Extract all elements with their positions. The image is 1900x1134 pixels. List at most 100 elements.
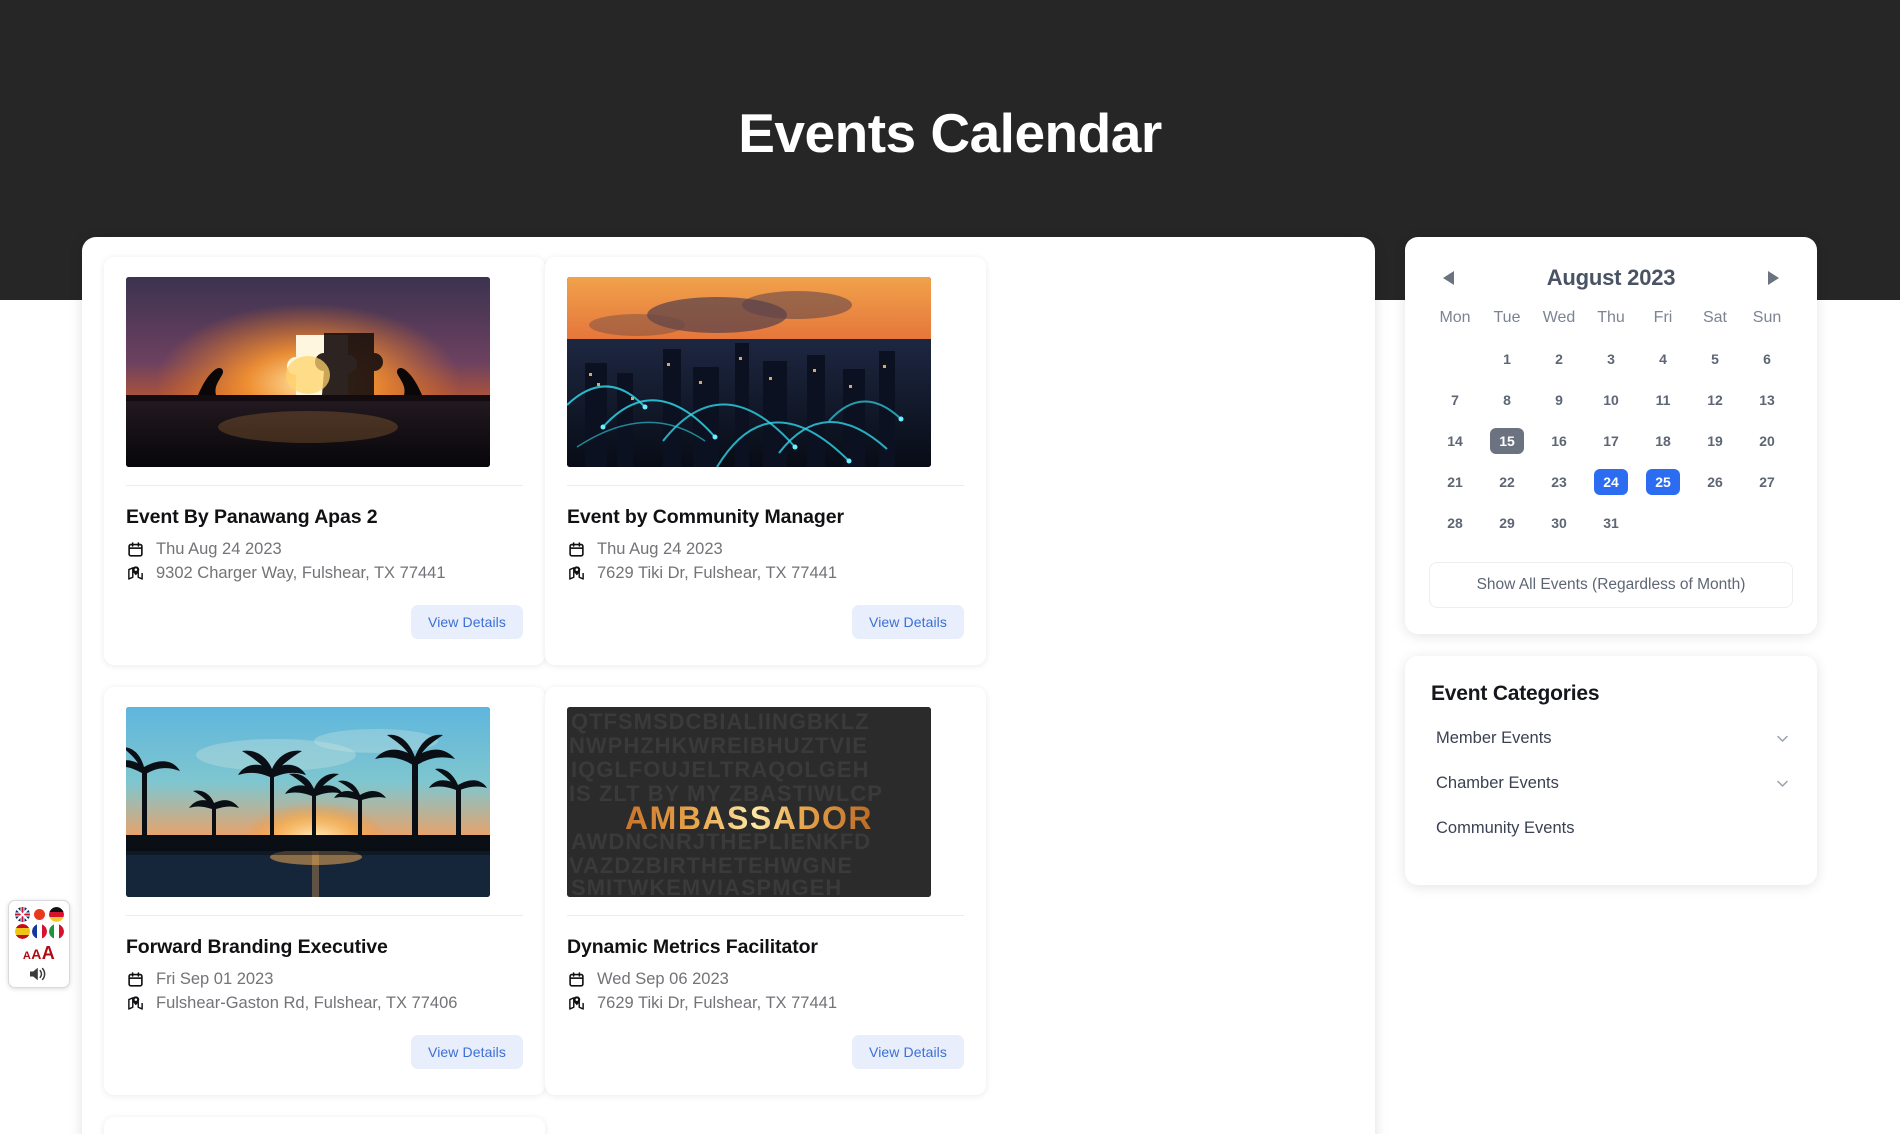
calendar-day-name: Tue: [1493, 309, 1521, 326]
calendar-day-cell[interactable]: 7: [1429, 383, 1481, 417]
calendar-day-cell[interactable]: 13: [1741, 383, 1793, 417]
event-date: Thu Aug 24 2023: [156, 540, 282, 558]
category-item[interactable]: Member Events: [1431, 716, 1791, 761]
next-month-button[interactable]: [1757, 265, 1787, 291]
calendar-day-cell[interactable]: 20: [1741, 424, 1793, 458]
flag-japan-icon[interactable]: [31, 907, 47, 922]
calendar-day-cell[interactable]: 18: [1637, 424, 1689, 458]
calendar-day-cell[interactable]: 31: [1585, 506, 1637, 540]
ambassador-text-photo: QTFSMSDCBIALIINGBKLZ NWPHZHKWREIBHUZTVIE…: [567, 707, 931, 897]
calendar-day-cell[interactable]: 11: [1637, 383, 1689, 417]
card-actions: View Details: [567, 1035, 964, 1069]
category-label: Chamber Events: [1436, 774, 1559, 792]
event-address: 7629 Tiki Dr, Fulshear, TX 77441: [597, 994, 837, 1012]
event-title: Event By Panawang Apas 2: [126, 506, 378, 528]
calendar-header: August 2023: [1429, 261, 1793, 291]
map-pin-icon-svg: [128, 566, 143, 580]
page-root: Event By Panawang Apas 2 Thu Aug 24 2023…: [0, 0, 1900, 1134]
event-card[interactable]: Forward Branding Executive Fri Sep 01 20…: [104, 687, 545, 1095]
event-categories-title: Event Categories: [1431, 682, 1600, 705]
chevron-down-icon[interactable]: [1774, 775, 1791, 792]
calendar-day-number: 11: [1655, 392, 1671, 408]
calendar-day-name: Sat: [1702, 309, 1727, 326]
calendar-day-number: 19: [1707, 433, 1723, 449]
flag-germany-icon[interactable]: [48, 907, 64, 922]
accessibility-widget[interactable]: AAA: [8, 900, 70, 988]
event-location-row: 9302 Charger Way, Fulshear, TX 77441: [126, 564, 523, 583]
svg-text:AMBASSADOR: AMBASSADOR: [625, 800, 873, 836]
calendar-day-cell[interactable]: 2: [1533, 342, 1585, 376]
event-categories-panel: Event Categories Member Events Chamber E…: [1405, 656, 1817, 885]
calendar-day-cell[interactable]: 4: [1637, 342, 1689, 376]
calendar-day-cell[interactable]: 1: [1481, 342, 1533, 376]
chevron-down-icon-svg: [1777, 780, 1788, 787]
calendar-day-number: 28: [1447, 515, 1463, 531]
flag-italy-icon[interactable]: [48, 924, 64, 939]
category-item[interactable]: Chamber Events: [1431, 761, 1791, 806]
svg-text:NWPHZHKWREIBHUZTVIE: NWPHZHKWREIBHUZTVIE: [569, 733, 868, 758]
calendar-day-number: 6: [1763, 351, 1771, 367]
chevron-down-icon-svg: [1777, 735, 1788, 742]
svg-text:SMITWKEMVIASPMGEH: SMITWKEMVIASPMGEH: [571, 875, 842, 897]
chevron-down-icon[interactable]: [1774, 730, 1791, 747]
calendar-day-cell[interactable]: 10: [1585, 383, 1637, 417]
speaker-icon[interactable]: [28, 966, 50, 982]
text-size-large-icon[interactable]: A: [42, 943, 55, 964]
category-item[interactable]: Community Events: [1431, 806, 1791, 851]
flag-united-kingdom-icon[interactable]: [14, 907, 30, 922]
calendar-day-cell[interactable]: 9: [1533, 383, 1585, 417]
calendar-day-cell[interactable]: 14: [1429, 424, 1481, 458]
calendar-day-cell[interactable]: 17: [1585, 424, 1637, 458]
flag-france-icon[interactable]: [31, 924, 47, 939]
view-details-button[interactable]: View Details: [411, 605, 523, 639]
prev-month-button[interactable]: [1435, 265, 1465, 291]
calendar-day-cell[interactable]: 30: [1533, 506, 1585, 540]
calendar-day-cell[interactable]: 29: [1481, 506, 1533, 540]
calendar-day-cell[interactable]: 5: [1689, 342, 1741, 376]
calendar-day-cell[interactable]: 28: [1429, 506, 1481, 540]
calendar-day-cell[interactable]: 16: [1533, 424, 1585, 458]
event-categories-list: Member Events Chamber Events Community E…: [1431, 716, 1791, 851]
calendar-day-cell[interactable]: 27: [1741, 465, 1793, 499]
calendar-day-number: 21: [1447, 474, 1463, 490]
calendar-day-cell[interactable]: 19: [1689, 424, 1741, 458]
calendar-icon-svg: [128, 972, 143, 987]
flag-spain-icon[interactable]: [14, 924, 30, 939]
view-details-button[interactable]: View Details: [852, 1035, 964, 1069]
calendar-day-number: 10: [1603, 392, 1619, 408]
calendar-day-cell[interactable]: 24: [1585, 465, 1637, 499]
event-date-row: Thu Aug 24 2023: [126, 540, 523, 559]
calendar-day-cell[interactable]: 22: [1481, 465, 1533, 499]
text-size-small-icon[interactable]: A: [23, 950, 31, 962]
calendar-day-number: 22: [1499, 474, 1515, 490]
text-size-medium-icon[interactable]: A: [31, 946, 42, 962]
event-meta: Fri Sep 01 2023 Fulshear-Gaston Rd, Fuls…: [126, 970, 523, 1013]
map-pin-icon: [126, 564, 145, 583]
calendar-day-cell[interactable]: 23: [1533, 465, 1585, 499]
calendar-day-cell[interactable]: 25: [1637, 465, 1689, 499]
calendar-day-cell[interactable]: 26: [1689, 465, 1741, 499]
text-size-control[interactable]: AAA: [23, 943, 55, 964]
calendar-day-cell[interactable]: 8: [1481, 383, 1533, 417]
calendar-day-cell[interactable]: 21: [1429, 465, 1481, 499]
event-card[interactable]: ORGANIZE Direct Assurance Liaison Fri Au…: [104, 1117, 545, 1134]
show-all-events-button[interactable]: Show All Events (Regardless of Month): [1429, 562, 1793, 608]
calendar-day-cell[interactable]: 3: [1585, 342, 1637, 376]
calendar-day-cell[interactable]: 12: [1689, 383, 1741, 417]
calendar-day-cell[interactable]: 6: [1741, 342, 1793, 376]
calendar-day-number: 30: [1551, 515, 1567, 531]
palm-trees-sunset-photo: [126, 707, 490, 897]
triangle-right-icon: [1768, 271, 1779, 285]
view-details-button[interactable]: View Details: [852, 605, 964, 639]
event-card[interactable]: Event by Community Manager Thu Aug 24 20…: [545, 257, 986, 665]
calendar-widget: August 2023 Mon Tue Wed Thu Fri Sat Sun 1 2 3 4 5 6 7…: [1405, 237, 1817, 634]
calendar-month-label: August 2023: [1546, 265, 1676, 290]
view-details-button[interactable]: View Details: [411, 1035, 523, 1069]
calendar-day-number: 29: [1499, 515, 1515, 531]
event-card[interactable]: QTFSMSDCBIALIINGBKLZ NWPHZHKWREIBHUZTVIE…: [545, 687, 986, 1095]
event-card[interactable]: Event By Panawang Apas 2 Thu Aug 24 2023…: [104, 257, 545, 665]
calendar-day-cell[interactable]: 15: [1481, 424, 1533, 458]
calendar-day-number: 2: [1555, 351, 1563, 367]
calendar-icon: [567, 540, 586, 559]
calendar-empty-cell: [1429, 342, 1481, 376]
